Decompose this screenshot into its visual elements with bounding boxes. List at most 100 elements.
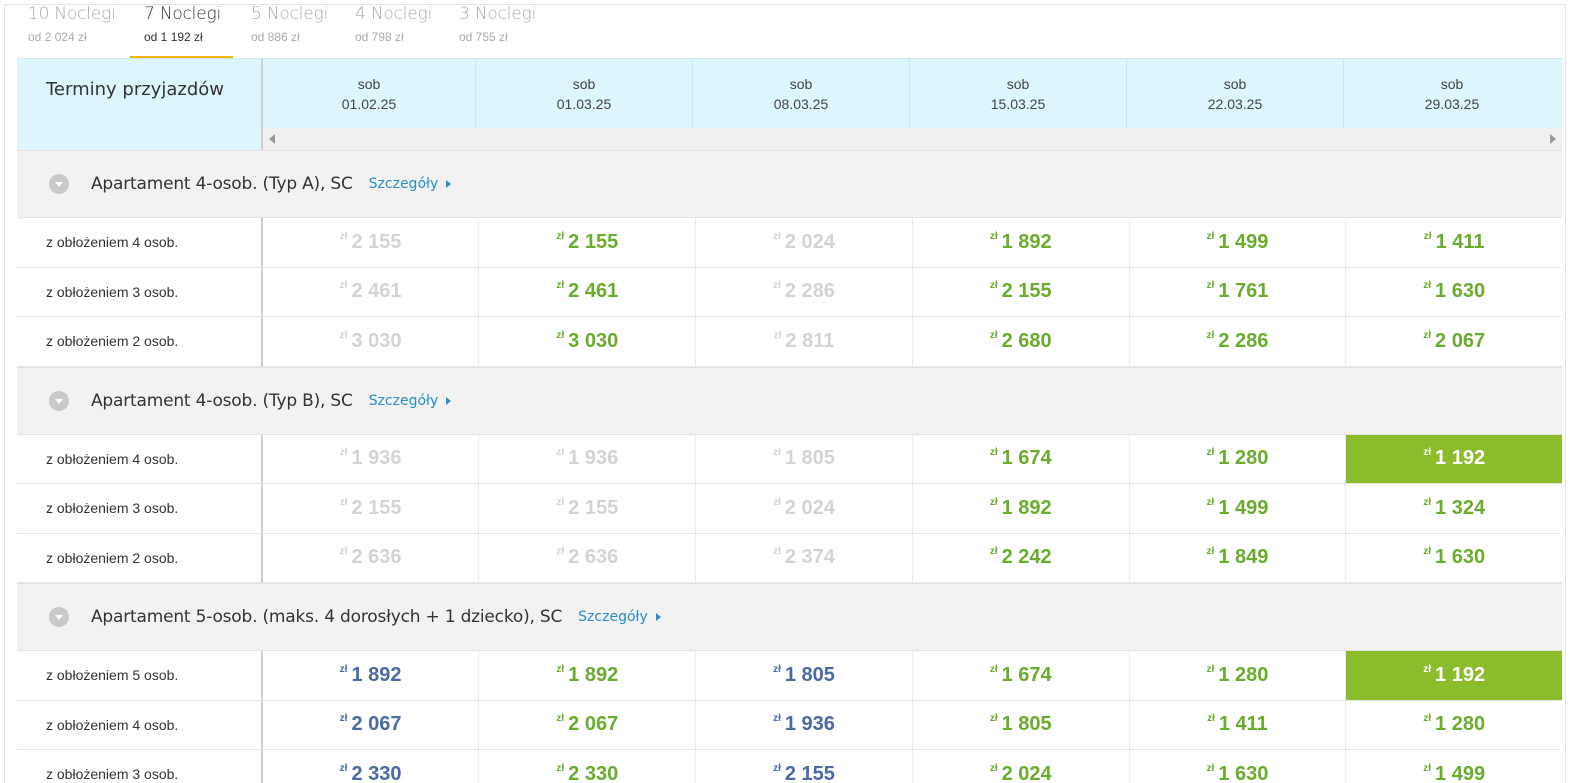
date-column[interactable]: sob 01.02.25 [263,59,476,129]
currency-label: zł [1423,447,1432,459]
price-cell[interactable]: zł 1 630 [1346,534,1562,583]
price-cell[interactable]: zł 1 324 [1346,484,1562,533]
price-cell[interactable]: zł 1 936 [696,700,913,749]
occupancy-row: z obłożeniem 3 osob. zł 2 330 zł 2 330 zł 2 15… [17,750,1562,783]
tab-5-nights[interactable]: 5 Noclegi od 886 zł [233,0,337,60]
price-cell[interactable]: zł 2 330 [479,750,697,783]
date-column[interactable]: sob 01.03.25 [476,59,693,129]
date-column[interactable]: sob 29.03.25 [1344,59,1560,129]
price-cell[interactable]: zł 3 030 [479,317,697,366]
price-cell[interactable]: zł 2 024 [913,750,1130,783]
price-cell[interactable]: zł 1 849 [1130,533,1347,582]
price-cell[interactable]: zł 2 155 [263,484,480,533]
price-cell[interactable]: zł 1 805 [696,651,913,700]
price-cell[interactable]: zł 1 936 [479,434,697,483]
price-cell[interactable]: zł 2 680 [913,317,1130,366]
currency-label: zł [339,496,348,508]
price-cell[interactable]: zł 2 024 [696,484,913,533]
price-cell[interactable]: zł 1 674 [913,651,1130,700]
collapse-toggle-icon[interactable] [49,607,69,627]
currency-label: zł [1206,496,1215,508]
price-cell[interactable]: zł 1 192 [1346,434,1563,483]
price-cell[interactable]: zł 1 805 [696,434,913,483]
price-value: 1 849 [1218,546,1269,569]
price-cell[interactable]: zł 2 636 [263,533,480,582]
price-cell[interactable]: zł 1 805 [913,700,1130,749]
collapse-toggle-icon[interactable] [49,390,69,411]
price-cell[interactable]: zł 2 155 [479,484,697,533]
currency-label: zł [989,280,998,292]
price-cell[interactable]: zł 1 761 [1130,267,1347,316]
details-link[interactable]: Szczegóły [578,609,661,625]
price-cell[interactable]: zł 2 374 [696,533,913,582]
price-cell[interactable]: zł 2 155 [263,218,480,267]
details-link[interactable]: Szczegóły [369,176,452,192]
price-value: 1 936 [784,713,835,736]
tab-price-from: od 2 024 zł [28,30,87,44]
price-cell[interactable]: zł 1 411 [1130,700,1347,749]
price-cell[interactable]: zł 1 630 [1346,268,1562,317]
date-column[interactable]: sob 15.03.25 [910,59,1127,129]
occupancy-label: z obłożeniem 3 osob. [17,484,263,533]
price-cell[interactable]: zł 1 630 [1130,750,1347,783]
date-column[interactable]: sob 08.03.25 [693,59,910,129]
tab-10-nights[interactable]: 10 Noclegi od 2 024 zł [18,0,130,60]
price-cell[interactable]: zł 2 067 [1346,317,1562,366]
price-value: 1 280 [1218,663,1269,686]
price-cell[interactable]: zł 2 286 [1130,317,1347,366]
price-cell[interactable]: zł 1 892 [913,484,1130,533]
price-value: 1 936 [351,447,402,470]
price-cell[interactable]: zł 1 280 [1130,651,1347,700]
price-cell[interactable]: zł 2 461 [263,267,480,316]
price-cell[interactable]: zł 1 411 [1346,218,1562,267]
price-cell[interactable]: zł 2 155 [696,750,913,783]
price-cell[interactable]: zł 2 811 [696,317,913,366]
details-link[interactable]: Szczegóły [369,393,452,409]
price-cell[interactable]: zł 2 242 [913,533,1130,582]
price-value: 1 411 [1218,713,1268,736]
price-cell[interactable]: zł 2 330 [263,750,480,783]
currency-label: zł [556,280,565,292]
price-cell[interactable]: zł 2 155 [479,218,697,267]
price-cell[interactable]: zł 1 892 [479,651,697,700]
date-column[interactable]: sob 22.03.25 [1127,59,1344,129]
collapse-toggle-icon[interactable] [49,174,69,194]
currency-label: zł [989,713,998,725]
tab-title: 3 Noclegi [459,4,536,24]
price-cell[interactable]: zł 1 499 [1130,484,1347,533]
price-cell[interactable]: zł 2 067 [479,700,697,749]
scroll-left-icon[interactable] [269,134,275,144]
price-cell[interactable]: zł 1 280 [1130,434,1347,483]
price-cell[interactable]: zł 1 192 [1346,651,1563,700]
price-value: 2 067 [351,713,402,736]
price-cell[interactable]: zł 3 030 [263,317,480,366]
horizontal-scrollbar[interactable] [263,128,1562,150]
price-cell[interactable]: zł 1 280 [1346,701,1562,750]
price-cell[interactable]: zł 2 636 [479,533,697,582]
price-cell[interactable]: zł 1 892 [913,218,1130,267]
currency-label: zł [773,280,781,292]
currency-label: zł [773,762,781,774]
price-cell[interactable]: zł 2 024 [696,218,913,267]
currency-label: zł [1207,713,1215,725]
price-cell[interactable]: zł 1 892 [263,651,480,700]
scroll-right-icon[interactable] [1550,134,1556,144]
price-cell[interactable]: zł 2 067 [263,700,480,749]
tab-3-nights[interactable]: 3 Noclegi od 755 zł [441,0,545,60]
price-cell[interactable]: zł 2 461 [479,267,697,316]
price-value: 2 155 [351,230,402,253]
tab-7-nights[interactable]: 7 Noclegi od 1 192 zł [130,0,233,60]
tab-4-nights[interactable]: 4 Noclegi od 798 zł [337,0,441,60]
currency-label: zł [556,230,565,242]
price-cell[interactable]: zł 2 286 [696,267,913,316]
price-cell[interactable]: zł 1 674 [913,434,1130,483]
price-cell[interactable]: zł 2 155 [913,267,1130,316]
price-cell[interactable]: zł 1 499 [1346,750,1562,783]
price-value: 1 805 [1001,713,1052,736]
price-value: 1 761 [1218,280,1269,303]
price-cell[interactable]: zł 1 499 [1130,218,1347,267]
price-value: 2 330 [568,762,619,783]
arrival-date: 15.03.25 [990,96,1046,112]
price-cell[interactable]: zł 1 936 [263,434,480,483]
currency-label: zł [773,230,781,242]
